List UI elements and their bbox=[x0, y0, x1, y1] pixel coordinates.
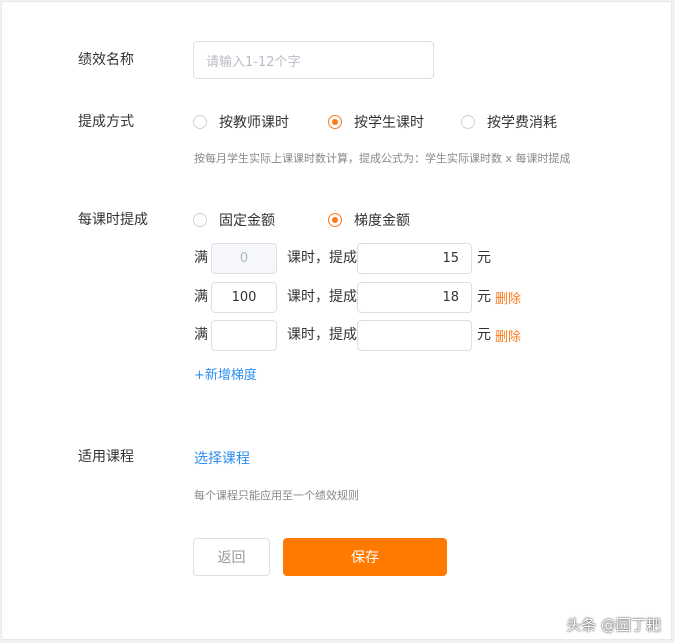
tier-amount-input[interactable] bbox=[357, 320, 472, 351]
tier-prefix: 满 bbox=[194, 250, 208, 266]
form-card: 绩效名称 请输入1-12个字 提成方式 按教师课时 按学生课时 按学费消耗 按每… bbox=[1, 1, 672, 640]
watermark-text: 头条 @园丁耙 bbox=[566, 616, 661, 634]
tier-unit: 元 bbox=[477, 250, 491, 266]
radio-tiered-amount[interactable]: 梯度金额 bbox=[328, 210, 410, 230]
tier-hours-input-disabled: 0 bbox=[211, 243, 277, 274]
radio-label: 按教师课时 bbox=[219, 115, 289, 131]
tier-hours-input[interactable]: 100 bbox=[211, 282, 277, 313]
mode-hint: 按每月学生实际上课课时数计算，提成公式为：学生实际课时数 x 每课时提成 bbox=[194, 152, 571, 165]
tier-amount-input[interactable]: 15 bbox=[357, 243, 472, 274]
radio-teacher-hours[interactable]: 按教师课时 bbox=[193, 112, 289, 132]
radio-label: 按学费消耗 bbox=[487, 115, 557, 131]
tier-mid-text: 课时，提成 bbox=[287, 250, 357, 266]
radio-fixed-amount[interactable]: 固定金额 bbox=[193, 210, 275, 230]
course-hint: 每个课程只能应用至一个绩效规则 bbox=[194, 489, 359, 502]
tier-prefix: 满 bbox=[194, 289, 208, 305]
radio-label: 梯度金额 bbox=[354, 213, 410, 229]
radio-circle-checked bbox=[328, 115, 342, 129]
save-button[interactable]: 保存 bbox=[283, 538, 447, 576]
tier-hours-input[interactable] bbox=[211, 320, 277, 351]
tier-unit: 元 bbox=[477, 289, 491, 305]
tier-mid-text: 课时，提成 bbox=[287, 327, 357, 343]
name-input-placeholder: 请输入1-12个字 bbox=[206, 54, 301, 70]
radio-tuition-consumption[interactable]: 按学费消耗 bbox=[461, 112, 557, 132]
radio-circle bbox=[193, 213, 207, 227]
tier-prefix: 满 bbox=[194, 327, 208, 343]
back-button[interactable]: 返回 bbox=[193, 538, 270, 576]
radio-circle bbox=[461, 115, 475, 129]
course-label: 适用课程 bbox=[78, 449, 134, 465]
radio-label: 固定金额 bbox=[219, 213, 275, 229]
add-tier-link[interactable]: +新增梯度 bbox=[194, 364, 257, 383]
tier-delete-button[interactable]: 删除 bbox=[495, 288, 521, 307]
radio-student-hours[interactable]: 按学生课时 bbox=[328, 112, 424, 132]
mode-label: 提成方式 bbox=[78, 114, 134, 130]
name-input[interactable]: 请输入1-12个字 bbox=[193, 41, 434, 79]
name-label: 绩效名称 bbox=[78, 52, 134, 68]
select-course-link[interactable]: 选择课程 bbox=[194, 448, 250, 468]
radio-circle bbox=[193, 115, 207, 129]
per-hour-label: 每课时提成 bbox=[78, 212, 148, 228]
radio-circle-checked bbox=[328, 213, 342, 227]
tier-unit: 元 bbox=[477, 327, 491, 343]
tier-amount-input[interactable]: 18 bbox=[357, 282, 472, 313]
tier-mid-text: 课时，提成 bbox=[287, 289, 357, 305]
radio-label: 按学生课时 bbox=[354, 115, 424, 131]
tier-delete-button[interactable]: 删除 bbox=[495, 326, 521, 345]
